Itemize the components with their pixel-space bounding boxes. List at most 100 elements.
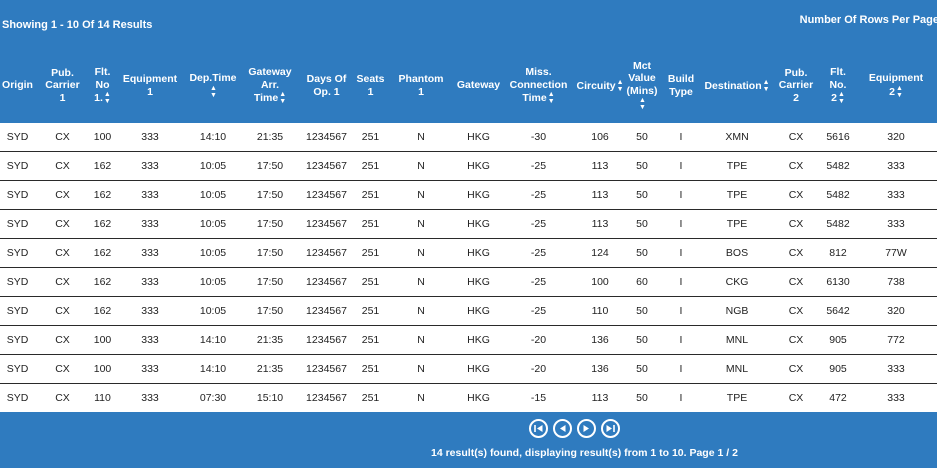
table-row[interactable]: SYD CX 162 333 10:05 17:50 1234567 251 N HKG -25 10… [0, 267, 937, 297]
table-row[interactable]: SYD CX 162 333 10:05 17:50 1234567 251 N HKG -25 11… [0, 296, 937, 326]
cell-equipment-1: 333 [115, 354, 185, 384]
column-header-gateway-arr-time[interactable]: Gateway Arr. Time▲ ▼ [241, 48, 299, 123]
column-header-flt-no-2[interactable]: Flt. No. 2▲ ▼ [821, 48, 855, 123]
cell-origin: SYD [0, 209, 35, 239]
cell-equipment-2: 77W [855, 238, 937, 268]
cell-days-of-op-1: 1234567 [299, 209, 354, 239]
cell-seats-1: 251 [354, 180, 387, 210]
column-header-destination[interactable]: Destination▲ ▼ [703, 48, 771, 123]
column-header-label: 2 [889, 85, 895, 98]
column-header-miss-connection-time[interactable]: Miss. Connection Time▲ ▼ [502, 48, 575, 123]
sort-icon[interactable]: ▲ ▼ [617, 79, 624, 93]
column-header-mct-value[interactable]: Mct Value (Mins)▲ ▼ [625, 48, 659, 123]
next-page-button[interactable] [577, 419, 596, 438]
cell-days-of-op-1: 1234567 [299, 151, 354, 181]
sort-icon[interactable]: ▲ ▼ [838, 91, 845, 105]
column-header-flt-no-1[interactable]: Flt. No 1.▲ ▼ [90, 48, 115, 123]
table-row[interactable]: SYD CX 100 333 14:10 21:35 1234567 251 N HKG -20 13… [0, 354, 937, 384]
cell-seats-1: 251 [354, 325, 387, 355]
cell-build-type: I [659, 180, 703, 210]
cell-miss-connection-time: -20 [502, 325, 575, 355]
sort-icon[interactable]: ▲ ▼ [210, 85, 217, 99]
cell-circuity: 124 [575, 238, 625, 268]
previous-page-button[interactable] [553, 419, 572, 438]
cell-seats-1: 251 [354, 296, 387, 326]
column-header-label: Time [522, 91, 547, 104]
sort-icon[interactable]: ▲ ▼ [896, 85, 903, 99]
cell-flt-no-2: 5642 [821, 296, 855, 326]
cell-circuity: 113 [575, 151, 625, 181]
cell-gateway: HKG [455, 325, 502, 355]
cell-miss-connection-time: -25 [502, 238, 575, 268]
pagination-bar: 14 result(s) found, displaying result(s)… [0, 412, 937, 468]
sort-icon[interactable]: ▲ ▼ [104, 91, 111, 105]
cell-miss-connection-time: -25 [502, 209, 575, 239]
cell-flt-no-1: 100 [90, 123, 115, 152]
cell-origin: SYD [0, 325, 35, 355]
cell-dep-time: 10:05 [185, 238, 241, 268]
cell-build-type: I [659, 296, 703, 326]
cell-pub-carrier-2: CX [771, 209, 821, 239]
cell-circuity: 113 [575, 209, 625, 239]
column-header-days-of-op-1: Days Of Op. 1 [299, 48, 354, 123]
cell-origin: SYD [0, 180, 35, 210]
cell-days-of-op-1: 1234567 [299, 238, 354, 268]
cell-mct-value: 50 [625, 354, 659, 384]
cell-circuity: 136 [575, 325, 625, 355]
table-row[interactable]: SYD CX 100 333 14:10 21:35 1234567 251 N HKG -30 10… [0, 123, 937, 152]
column-header-label: (Mins) [626, 84, 658, 97]
last-page-button[interactable] [601, 419, 620, 438]
column-header-label: Circuity [576, 79, 616, 92]
cell-flt-no-1: 162 [90, 151, 115, 181]
column-header-label: Destination [704, 79, 762, 92]
cell-gateway: HKG [455, 209, 502, 239]
pagination-controls [529, 419, 620, 438]
cell-build-type: I [659, 123, 703, 152]
cell-phantom-1: N [387, 325, 455, 355]
table-row[interactable]: SYD CX 162 333 10:05 17:50 1234567 251 N HKG -25 11… [0, 180, 937, 210]
first-page-button[interactable] [529, 419, 548, 438]
cell-mct-value: 50 [625, 238, 659, 268]
column-header-dep-time[interactable]: Dep.Time▲ ▼ [185, 48, 241, 123]
cell-dep-time: 07:30 [185, 383, 241, 413]
cell-pub-carrier-2: CX [771, 296, 821, 326]
sort-icon[interactable]: ▲ ▼ [639, 97, 646, 111]
cell-destination: TPE [703, 180, 771, 210]
cell-equipment-1: 333 [115, 151, 185, 181]
cell-seats-1: 251 [354, 383, 387, 413]
cell-pub-carrier-1: CX [35, 325, 90, 355]
column-header-label: 1 [147, 85, 153, 98]
cell-equipment-1: 333 [115, 123, 185, 152]
cell-pub-carrier-2: CX [771, 267, 821, 297]
column-header-label: Days Of [306, 73, 347, 85]
cell-gateway: HKG [455, 296, 502, 326]
cell-equipment-1: 333 [115, 209, 185, 239]
column-header-label: Miss. [525, 66, 552, 78]
sort-icon[interactable]: ▲ ▼ [548, 91, 555, 105]
cell-build-type: I [659, 383, 703, 413]
column-header-label: Carrier [778, 79, 814, 92]
column-header-label: Carrier [45, 79, 80, 92]
column-header-label: 1 [367, 85, 374, 98]
cell-gateway-arr-time: 21:35 [241, 325, 299, 355]
cell-gateway-arr-time: 17:50 [241, 209, 299, 239]
cell-miss-connection-time: -30 [502, 123, 575, 152]
table-row[interactable]: SYD CX 162 333 10:05 17:50 1234567 251 N HKG -25 11… [0, 151, 937, 181]
table-row[interactable]: SYD CX 110 333 07:30 15:10 1234567 251 N HKG -15 11… [0, 383, 937, 413]
cell-mct-value: 50 [625, 296, 659, 326]
sort-icon[interactable]: ▲ ▼ [763, 79, 770, 93]
column-header-label: Connection [509, 78, 568, 91]
table-row[interactable]: SYD CX 162 333 10:05 17:50 1234567 251 N HKG -25 11… [0, 209, 937, 239]
cell-pub-carrier-1: CX [35, 123, 90, 152]
cell-destination: TPE [703, 151, 771, 181]
sort-icon[interactable]: ▲ ▼ [279, 91, 286, 105]
table-row[interactable]: SYD CX 100 333 14:10 21:35 1234567 251 N HKG -20 13… [0, 325, 937, 355]
cell-phantom-1: N [387, 296, 455, 326]
cell-destination: CKG [703, 267, 771, 297]
cell-equipment-2: 320 [855, 123, 937, 152]
column-header-label: Seats [356, 73, 385, 85]
column-header-circuity[interactable]: Circuity▲ ▼ [575, 48, 625, 123]
column-header-equipment-2[interactable]: Equipment 2▲ ▼ [855, 48, 937, 123]
cell-dep-time: 10:05 [185, 267, 241, 297]
table-row[interactable]: SYD CX 162 333 10:05 17:50 1234567 251 N HKG -25 12… [0, 238, 937, 268]
